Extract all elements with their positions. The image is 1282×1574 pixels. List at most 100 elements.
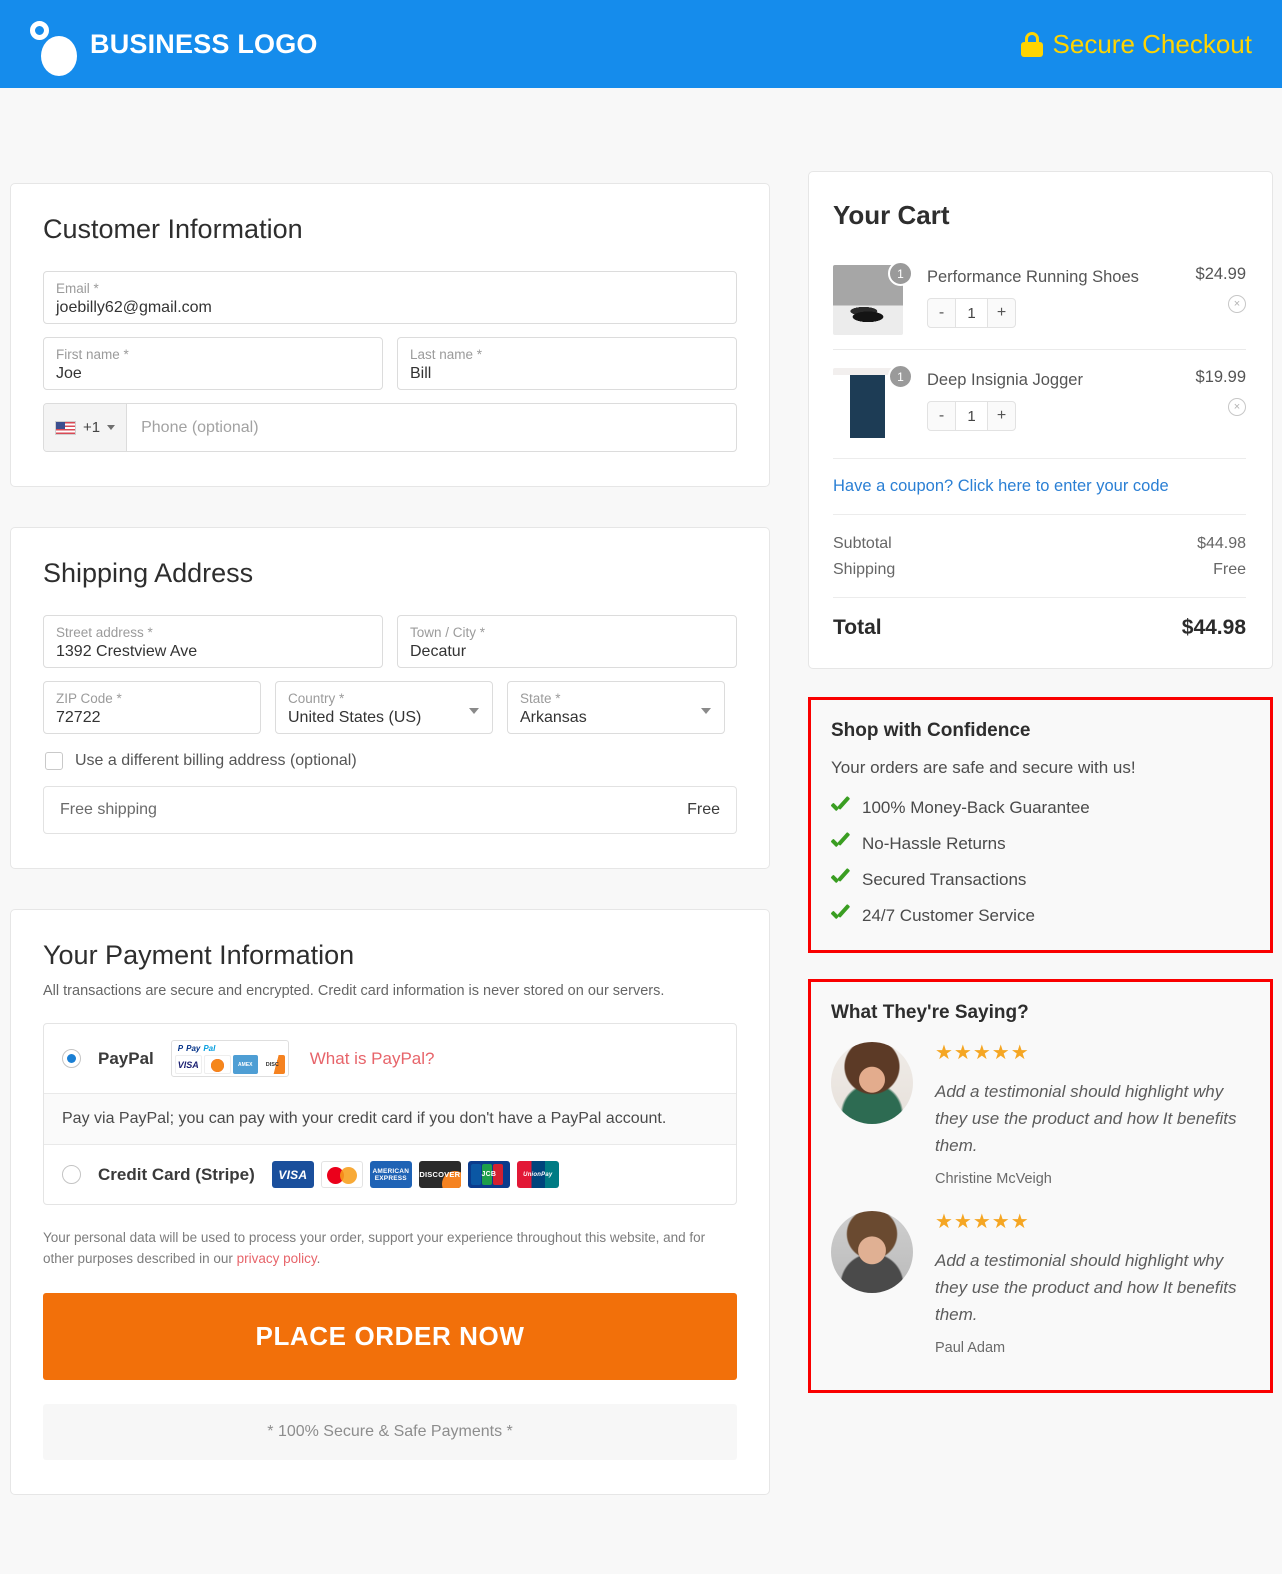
qty-decrease-button[interactable]: - — [928, 402, 955, 430]
rating-stars-icon: ★★★★★ — [935, 1042, 1030, 1064]
check-icon — [831, 837, 849, 851]
phone-input[interactable]: Phone (optional) — [127, 404, 736, 451]
cart-item-qty-stepper[interactable]: - 1 + — [927, 298, 1016, 328]
cart-item: 1 Deep Insignia Jogger - 1 + $19.99 × — [833, 349, 1246, 452]
phone-field[interactable]: +1 Phone (optional) — [43, 403, 737, 452]
us-flag-icon — [55, 420, 76, 435]
remove-item-icon[interactable]: × — [1228, 295, 1246, 313]
shipping-method-price: Free — [687, 801, 720, 818]
paypal-cards-badge-icon: P Pay Pal VISA AMEX DISC — [170, 1040, 289, 1077]
confidence-item-label: 24/7 Customer Service — [862, 906, 1035, 925]
lock-icon — [1020, 31, 1043, 57]
stripe-option[interactable]: Credit Card (Stripe) VISA AMERICAN EXPRES… — [44, 1145, 736, 1204]
shipping-method-row[interactable]: Free shipping Free — [43, 786, 737, 834]
subtotal-label: Subtotal — [833, 535, 892, 552]
shipping-row: Shipping Free — [833, 557, 1246, 583]
paypal-description: Pay via PayPal; you can pay with your cr… — [44, 1093, 736, 1145]
total-value: $44.98 — [1181, 616, 1246, 639]
country-code-selector[interactable]: +1 — [44, 404, 128, 451]
privacy-policy-link[interactable]: privacy policy — [237, 1251, 317, 1266]
stripe-card-logos: VISA AMERICAN EXPRESS DISCOVER JCB UnionP… — [271, 1161, 559, 1188]
last-name-label: Last name * — [410, 347, 483, 362]
woman-avatar — [831, 1042, 913, 1124]
shipping-address-title: Shipping Address — [43, 558, 254, 588]
testimonial-body: ★★★★★ Add a testimonial should highlight… — [935, 1211, 1250, 1356]
state-select[interactable]: State * Arkansas — [507, 681, 725, 734]
logo-mark-icon — [18, 16, 77, 76]
testimonial-quote: Add a testimonial should highlight why t… — [935, 1251, 1237, 1324]
qty-value[interactable]: 1 — [955, 299, 988, 327]
confidence-item-label: 100% Money-Back Guarantee — [862, 798, 1090, 817]
cart-item-right: $24.99 × — [1166, 265, 1246, 335]
city-value: Decatur — [410, 643, 467, 660]
testimonial-body: ★★★★★ Add a testimonial should highlight… — [935, 1042, 1250, 1187]
city-label: Town / City * — [410, 625, 486, 640]
shipping-value: Free — [1213, 561, 1246, 578]
billing-address-label: Use a different billing address (optiona… — [75, 752, 357, 769]
secure-checkout-indicator: Secure Checkout — [1020, 28, 1252, 60]
confidence-item: Secured Transactions — [831, 870, 1250, 890]
cart-totals: Subtotal $44.98 Shipping Free Total $44.… — [833, 514, 1246, 640]
what-is-paypal-link[interactable]: What is PayPal? — [310, 1049, 435, 1069]
cart-item-qty-badge: 1 — [888, 261, 913, 286]
privacy-notice-text: Your personal data will be used to proce… — [43, 1230, 706, 1266]
discover-mini-icon: DISC — [259, 1055, 285, 1074]
mastercard-icon — [320, 1161, 363, 1188]
confidence-subtitle: Your orders are safe and secure with us! — [831, 758, 1136, 777]
qty-increase-button[interactable]: + — [988, 299, 1015, 327]
check-icon — [831, 909, 849, 923]
confidence-item: No-Hassle Returns — [831, 834, 1250, 854]
amex-icon: AMERICAN EXPRESS — [369, 1161, 412, 1188]
billing-address-checkbox-row[interactable]: Use a different billing address (optiona… — [45, 752, 737, 770]
state-value: Arkansas — [520, 709, 587, 726]
email-field[interactable]: Email * joebilly62@gmail.com — [43, 271, 737, 324]
cart-item-qty-stepper[interactable]: - 1 + — [927, 401, 1016, 431]
street-address-field[interactable]: Street address * 1392 Crestview Ave — [43, 615, 383, 668]
zip-code-field[interactable]: ZIP Code * 72722 — [43, 681, 261, 734]
testimonial-item: ★★★★★ Add a testimonial should highlight… — [831, 1211, 1250, 1356]
qty-increase-button[interactable]: + — [988, 402, 1015, 430]
name-row: First name * Joe Last name * Bill — [43, 337, 737, 390]
email-row: Email * joebilly62@gmail.com — [43, 271, 737, 324]
country-value: United States (US) — [288, 709, 422, 726]
brand-logo[interactable]: BUSINESS LOGO — [18, 16, 318, 76]
man-avatar — [831, 1211, 913, 1293]
secure-checkout-label: Secure Checkout — [1052, 28, 1252, 59]
brand-name: BUSINESS LOGO — [90, 28, 318, 59]
testimonials-box: What They're Saying? ★★★★★ Add a testimo… — [808, 979, 1273, 1393]
privacy-notice: Your personal data will be used to proce… — [43, 1227, 737, 1269]
confidence-item-label: Secured Transactions — [862, 870, 1027, 889]
confidence-item: 24/7 Customer Service — [831, 906, 1250, 926]
city-field[interactable]: Town / City * Decatur — [397, 615, 737, 668]
country-select[interactable]: Country * United States (US) — [275, 681, 493, 734]
qty-value[interactable]: 1 — [955, 402, 988, 430]
paypal-option[interactable]: PayPal P Pay Pal VISA AMEX DISC What is Pa… — [44, 1024, 736, 1093]
jcb-icon: JCB — [467, 1161, 510, 1188]
qty-decrease-button[interactable]: - — [928, 299, 955, 327]
testimonial-author: Paul Adam — [935, 1340, 1006, 1356]
street-address-value: 1392 Crestview Ave — [56, 643, 198, 660]
first-name-field[interactable]: First name * Joe — [43, 337, 383, 390]
secure-payments-footer: * 100% Secure & Safe Payments * — [43, 1404, 737, 1460]
amex-mini-icon: AMEX — [232, 1055, 258, 1074]
order-summary-column: Your Cart 1 Performance Running Shoes - … — [808, 171, 1273, 1393]
place-order-button[interactable]: PLACE ORDER NOW — [43, 1293, 737, 1380]
privacy-notice-end: . — [316, 1251, 321, 1266]
shipping-method-label: Free shipping — [60, 801, 157, 818]
email-label: Email * — [56, 281, 99, 296]
visa-icon: VISA — [271, 1161, 314, 1188]
last-name-field[interactable]: Last name * Bill — [397, 337, 737, 390]
unionpay-icon: UnionPay — [516, 1161, 559, 1188]
remove-item-icon[interactable]: × — [1228, 398, 1246, 416]
billing-address-checkbox[interactable] — [45, 752, 63, 770]
state-label: State * — [520, 691, 561, 706]
stripe-radio[interactable] — [62, 1165, 81, 1184]
paypal-radio[interactable] — [62, 1049, 81, 1068]
coupon-link[interactable]: Have a coupon? Click here to enter your … — [833, 458, 1246, 514]
total-label: Total — [833, 616, 882, 639]
country-code-value: +1 — [83, 419, 101, 436]
zip-code-value: 72722 — [56, 709, 101, 726]
street-city-row: Street address * 1392 Crestview Ave Town… — [43, 615, 737, 668]
country-label: Country * — [288, 691, 345, 706]
payment-information-title: Your Payment Information — [43, 940, 355, 970]
